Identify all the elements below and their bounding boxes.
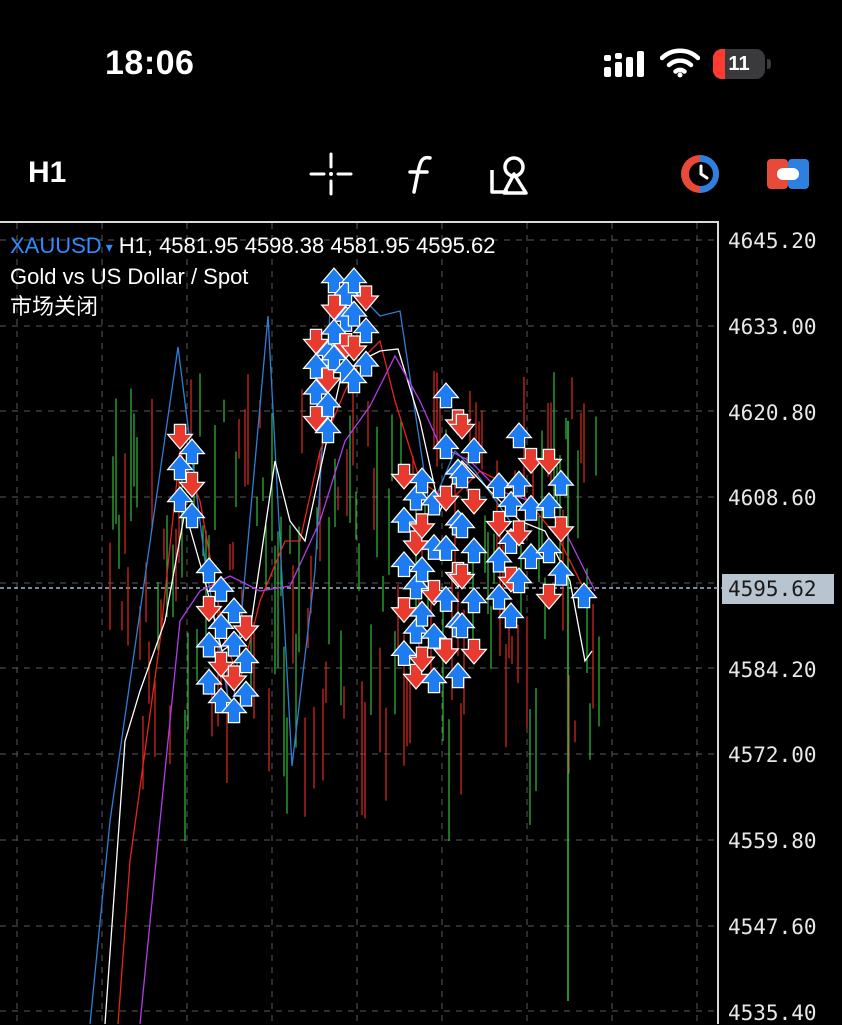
buy-arrow-icon: [390, 506, 418, 533]
wifi-icon: [660, 48, 700, 78]
chart-plot[interactable]: [0, 221, 842, 1024]
crosshair-icon[interactable]: [307, 152, 355, 196]
buy-arrow-icon: [460, 587, 488, 614]
chart-toolbar: H1: [0, 140, 842, 210]
chart-info: XAUUSD ▾ H1, 4581.95 4598.38 4581.95 4595.…: [10, 231, 496, 322]
price-level: 4547.60: [728, 915, 817, 939]
objects-icon[interactable]: [486, 152, 534, 196]
price-level: 4608.60: [728, 486, 817, 510]
status-bar: 18:06 11: [0, 0, 842, 120]
buy-arrow-icon: [390, 550, 418, 578]
sell-arrow-icon: [390, 597, 418, 624]
timeframe-button[interactable]: H1: [28, 156, 66, 190]
price-level: 4633.00: [728, 315, 817, 339]
buy-arrow-icon: [390, 639, 418, 667]
price-level: 4559.80: [728, 829, 817, 853]
sell-arrow-icon: [460, 638, 488, 665]
price-level: 4535.40: [728, 1001, 817, 1025]
symbol-label[interactable]: XAUUSD: [10, 233, 102, 258]
symbol-description: Gold vs US Dollar / Spot: [10, 264, 249, 290]
sell-arrow-icon: [390, 463, 418, 490]
sell-arrow-icon: [460, 488, 488, 515]
buy-arrow-icon: [460, 537, 488, 564]
battery-level: 11: [728, 53, 750, 75]
buy-arrow-icon: [195, 557, 223, 584]
buy-arrow-icon: [432, 382, 460, 409]
ohlc-text: H1, 4581.95 4598.38 4581.95 4595.62: [118, 233, 496, 258]
indicators-icon[interactable]: [396, 152, 444, 196]
buy-arrow-icon: [485, 583, 513, 610]
buy-arrow-icon: [195, 668, 223, 695]
current-price-label: 4595.62: [722, 574, 834, 604]
price-chart[interactable]: XAUUSD ▾ H1, 4581.95 4598.38 4581.95 4595.…: [0, 221, 842, 1025]
battery-icon: 11: [713, 49, 771, 79]
price-level: 4572.00: [728, 743, 817, 767]
price-level: 4620.80: [728, 401, 817, 425]
cellular-signal-icon: [604, 51, 644, 77]
clock-icon[interactable]: [676, 152, 724, 196]
ma-line-white: [104, 348, 593, 1024]
price-level: 4584.20: [728, 658, 817, 682]
toggle-icon[interactable]: [764, 152, 812, 196]
symbol-dropdown-icon[interactable]: ▾: [106, 239, 113, 255]
buy-arrow-icon: [444, 662, 472, 689]
market-status: 市场关闭: [10, 294, 99, 320]
status-time: 18:06: [105, 44, 195, 82]
price-level: 4645.20: [728, 229, 817, 253]
